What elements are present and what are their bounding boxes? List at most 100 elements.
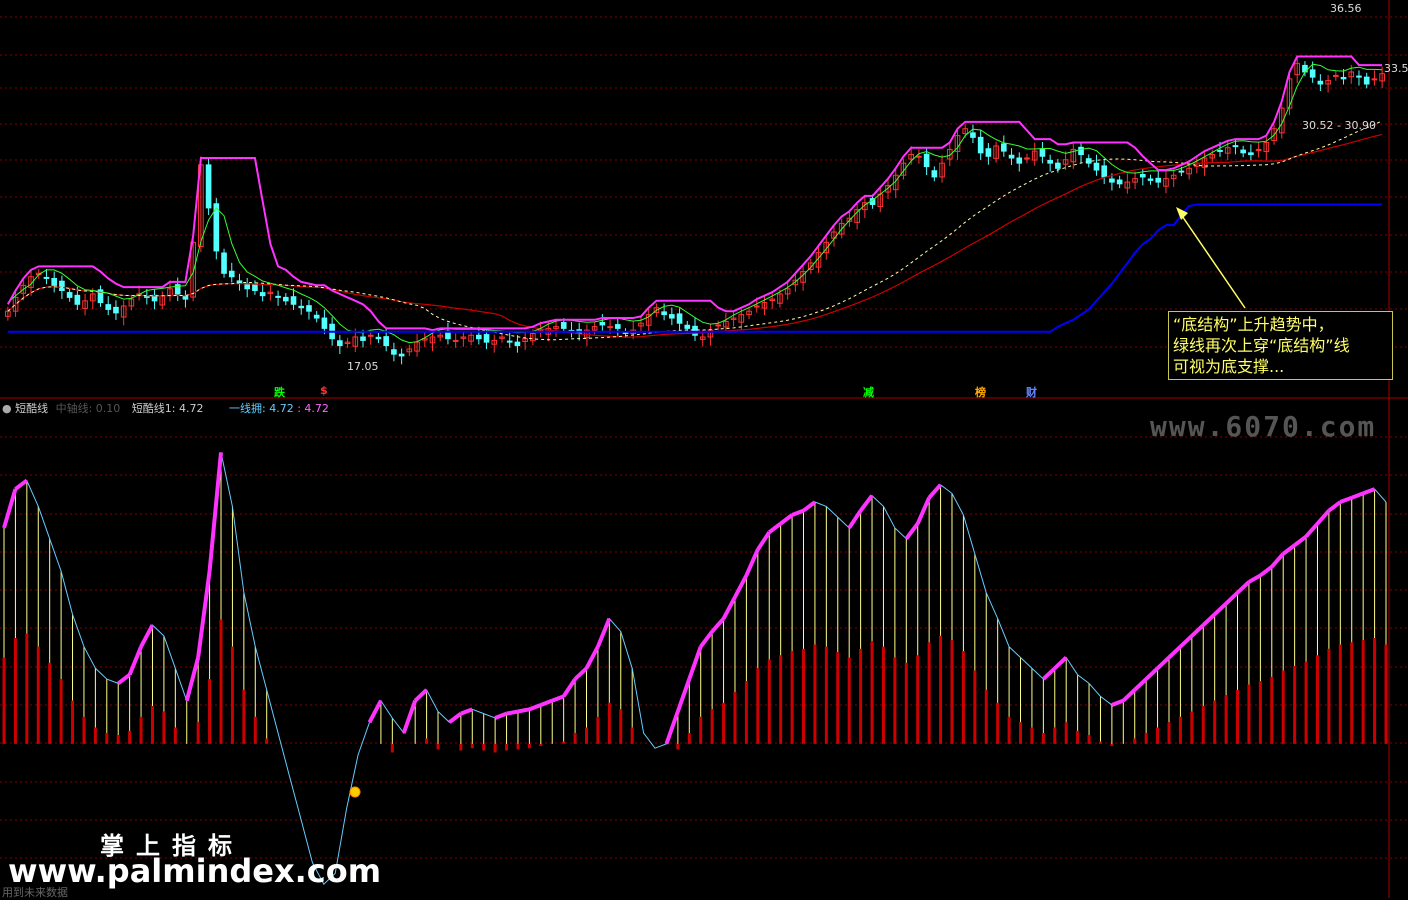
annotation-line-1: “底结构”上升趋势中， xyxy=(1173,315,1334,334)
osc-magenta-segment xyxy=(915,496,931,525)
candle-body xyxy=(970,132,976,138)
osc-magenta-segment xyxy=(1236,580,1251,595)
candle-body xyxy=(313,314,320,319)
osc-magenta-segment xyxy=(733,574,749,598)
candle-body xyxy=(607,326,613,329)
osc-magenta-segment xyxy=(675,678,692,713)
osc-magenta-segment xyxy=(448,712,463,724)
candle-body xyxy=(1085,158,1092,164)
annotation-line-2: 绿线再次上穿“底结构”线 xyxy=(1173,336,1350,355)
annotation-arrow xyxy=(1177,209,1246,309)
candle-body xyxy=(74,294,81,305)
candle-body xyxy=(66,292,73,298)
osc-magenta-segment xyxy=(494,711,508,720)
osc-magenta-segment xyxy=(1201,612,1217,627)
price-label: 33.5 xyxy=(1384,62,1408,75)
marker-3: 榜 xyxy=(975,386,986,399)
candle-body xyxy=(931,170,938,178)
candle-body xyxy=(614,324,621,329)
candle-body xyxy=(1078,146,1084,156)
osc-magenta-segment xyxy=(1315,509,1331,525)
osc-magenta-segment xyxy=(756,531,771,551)
osc-magenta-segment xyxy=(551,694,565,703)
candle-body xyxy=(1232,145,1239,148)
candle-body xyxy=(1217,149,1223,152)
marker-4: 财 xyxy=(1026,386,1037,399)
candle-body xyxy=(452,339,459,342)
osc-magenta-segment xyxy=(1111,698,1125,707)
candle-body xyxy=(252,284,258,292)
osc-magenta-segment xyxy=(859,494,874,512)
osc-magenta-segment xyxy=(540,698,553,707)
collapse-icon[interactable]: ● xyxy=(2,402,12,415)
candle-body xyxy=(306,305,312,312)
osc-magenta-segment xyxy=(1282,543,1296,556)
candle-body xyxy=(1309,69,1316,78)
osc-magenta-segment xyxy=(117,673,131,686)
candle-body xyxy=(1155,177,1162,183)
legend-item-1: 短酷线1: 4.72 xyxy=(131,402,204,415)
candle-body xyxy=(1047,159,1053,164)
marker-2: 减 xyxy=(863,386,874,399)
candle-body xyxy=(1248,152,1254,156)
osc-magenta-segment xyxy=(1339,495,1353,504)
legend-item-0: 中轴线: 0.10 xyxy=(55,402,121,415)
legend-item-3: : 4.72 xyxy=(297,402,329,415)
osc-magenta-segment xyxy=(1156,656,1171,670)
candle-body xyxy=(337,340,343,347)
osc-magenta-segment xyxy=(573,666,588,681)
candle-body xyxy=(692,325,698,336)
candle-body xyxy=(977,136,984,154)
candle-body xyxy=(228,270,235,278)
candle-body xyxy=(398,353,405,357)
osc-magenta-segment xyxy=(1144,666,1159,681)
osc-magenta-segment xyxy=(847,509,863,530)
candle-body xyxy=(1039,148,1046,157)
candle-body xyxy=(476,334,482,340)
candle-body xyxy=(985,148,992,157)
osc-magenta-segment xyxy=(184,656,201,702)
candle-body xyxy=(1240,149,1246,154)
candle-body xyxy=(599,322,606,326)
oscillator-legend: ● 短酷线 中轴线: 0.10 短酷线1: 4.72 一线拥: 4.72 : 4… xyxy=(2,400,329,416)
osc-magenta-segment xyxy=(1041,666,1057,681)
osc-magenta-segment xyxy=(413,688,428,703)
candle-body xyxy=(205,164,212,209)
osc-magenta-segment xyxy=(664,710,680,745)
candle-body xyxy=(1139,174,1146,178)
osc-magenta-segment xyxy=(14,478,29,491)
osc-magenta-segment xyxy=(768,522,782,534)
candle-body xyxy=(360,336,366,341)
candle-body xyxy=(1363,76,1370,85)
candle-body xyxy=(375,336,382,340)
candle-body xyxy=(514,341,521,347)
candle-body xyxy=(1093,162,1100,171)
chart-canvas: 36.56 33.5 30.52 - 30.90 17.05 xyxy=(0,0,1408,898)
osc-magenta-segment xyxy=(710,617,726,633)
osc-magenta-segment xyxy=(207,452,223,572)
candle-body xyxy=(275,295,281,298)
price-label: 36.56 xyxy=(1330,2,1362,15)
osc-magenta-segment xyxy=(1167,645,1182,659)
osc-magenta-segment xyxy=(528,703,542,712)
candle-body xyxy=(282,296,289,302)
osc-magenta-segment xyxy=(802,500,817,513)
marker-1: $ xyxy=(320,384,328,397)
osc-magenta-segment xyxy=(401,700,418,734)
candle-body xyxy=(1147,178,1154,181)
candle-body xyxy=(923,153,930,168)
candle-body xyxy=(916,155,922,158)
osc-magenta-segment xyxy=(1304,522,1319,538)
osc-magenta-segment xyxy=(699,630,714,648)
osc-magenta-segment xyxy=(1327,500,1342,513)
watermark-6070: www.6070.com xyxy=(1150,410,1377,443)
osc-magenta-segment xyxy=(561,677,577,698)
candle-body xyxy=(1178,170,1185,173)
candle-body xyxy=(182,295,189,300)
candle-body xyxy=(1001,143,1007,152)
candle-body xyxy=(1340,76,1347,80)
osc-magenta-segment xyxy=(127,645,143,676)
candle-body xyxy=(1055,162,1061,169)
osc-magenta-segment xyxy=(1247,573,1262,584)
candle-body xyxy=(1116,179,1123,185)
